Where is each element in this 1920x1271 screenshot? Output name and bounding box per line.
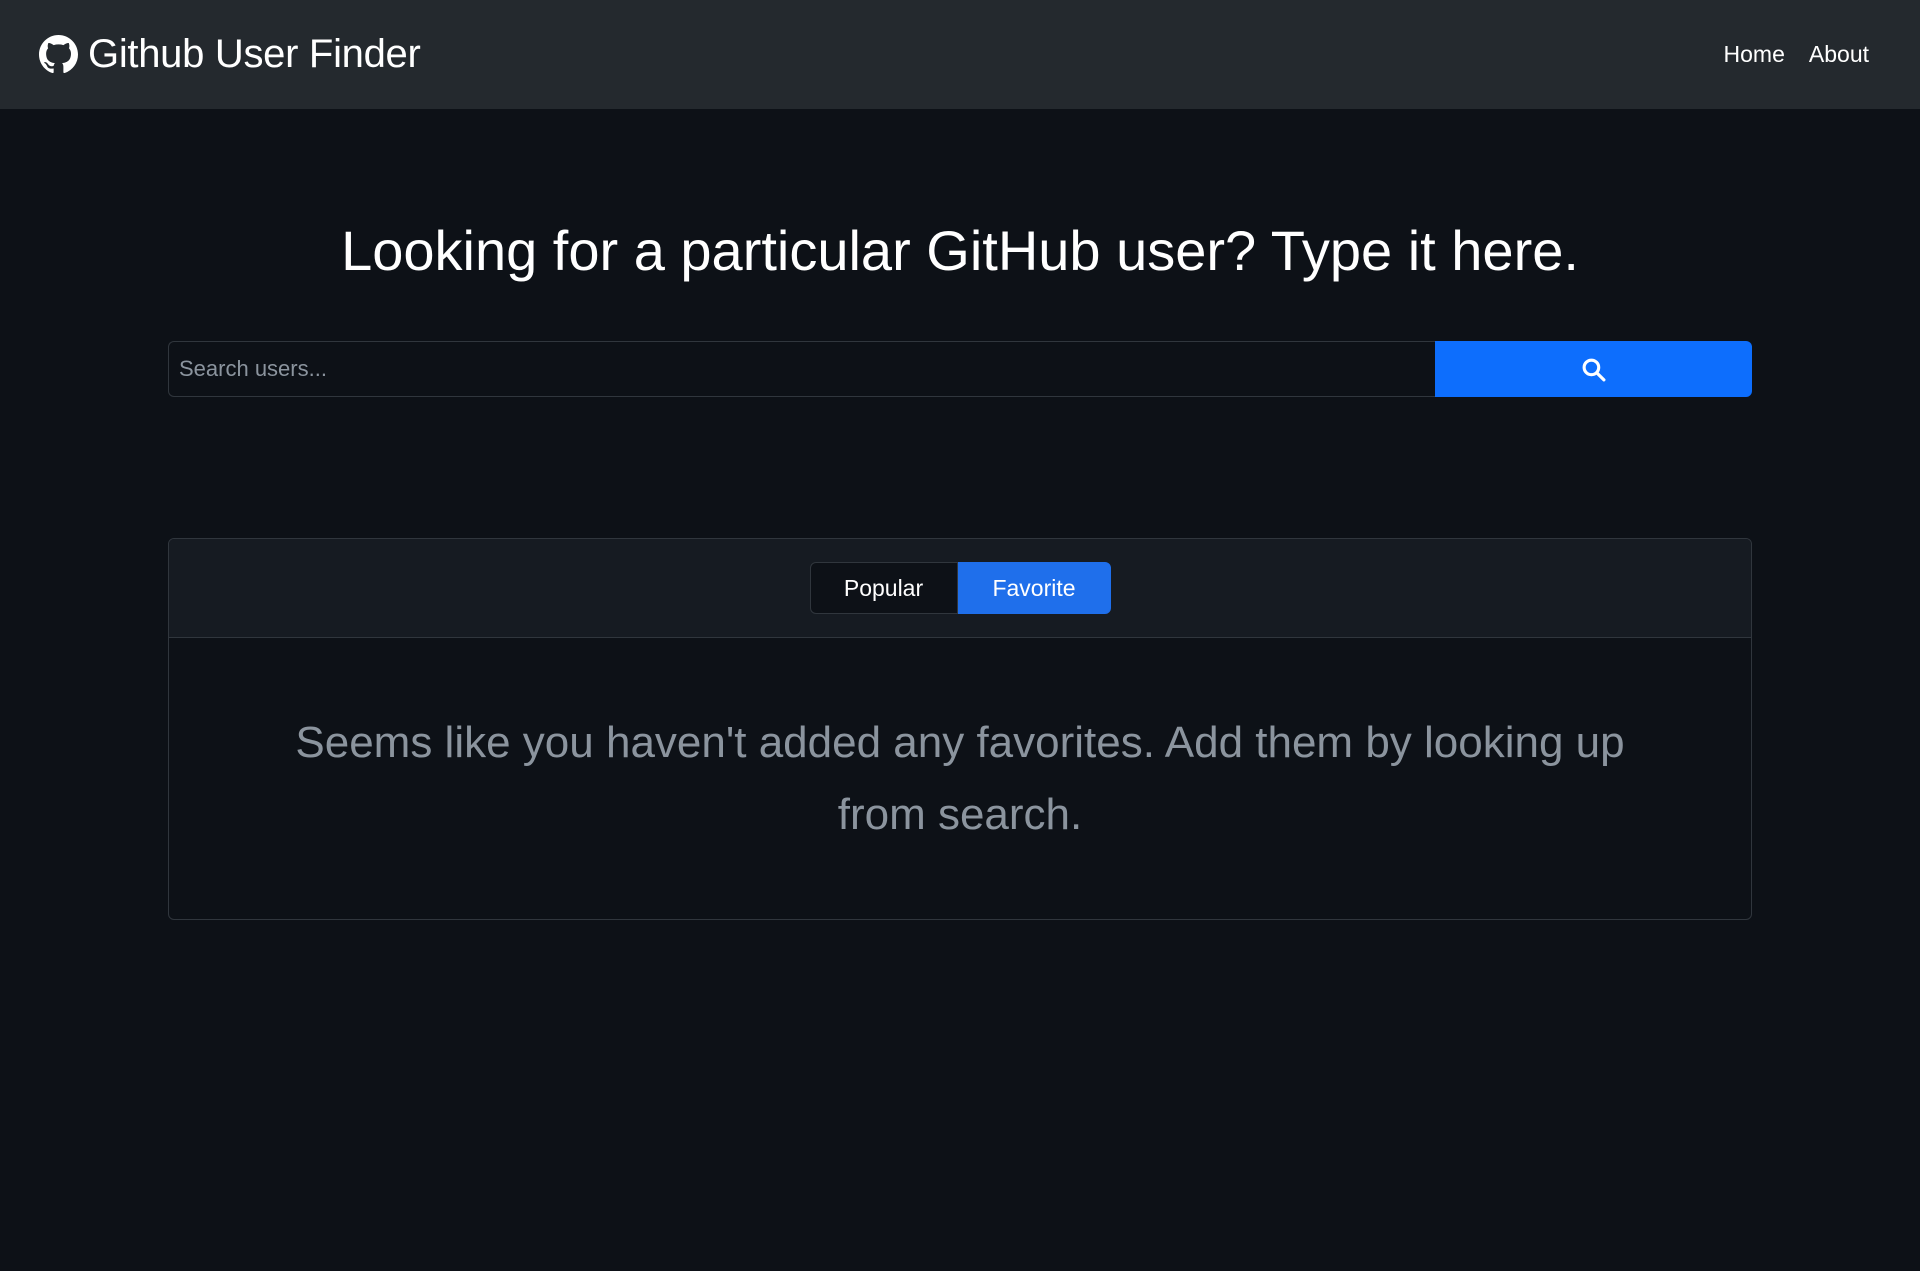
tab-group: Popular Favorite xyxy=(809,562,1111,614)
github-logo-icon xyxy=(39,35,78,74)
search-bar xyxy=(168,341,1752,397)
card-body: Seems like you haven't added any favorit… xyxy=(169,638,1751,919)
search-button[interactable] xyxy=(1435,341,1752,397)
brand-link[interactable]: Github User Finder xyxy=(39,32,421,77)
nav-link-about[interactable]: About xyxy=(1809,41,1869,68)
tab-favorite[interactable]: Favorite xyxy=(957,562,1111,614)
brand-title: Github User Finder xyxy=(88,32,421,76)
tab-popular[interactable]: Popular xyxy=(809,562,958,614)
nav-links: Home About xyxy=(1724,41,1869,68)
top-navbar: Github User Finder Home About xyxy=(0,0,1920,109)
nav-link-home[interactable]: Home xyxy=(1724,41,1785,68)
users-card: Popular Favorite Seems like you haven't … xyxy=(168,538,1752,920)
empty-favorites-message: Seems like you haven't added any favorit… xyxy=(295,717,1625,839)
search-input[interactable] xyxy=(168,341,1435,397)
search-icon xyxy=(1581,357,1606,382)
page-title: Looking for a particular GitHub user? Ty… xyxy=(341,219,1579,282)
card-header: Popular Favorite xyxy=(169,539,1751,638)
